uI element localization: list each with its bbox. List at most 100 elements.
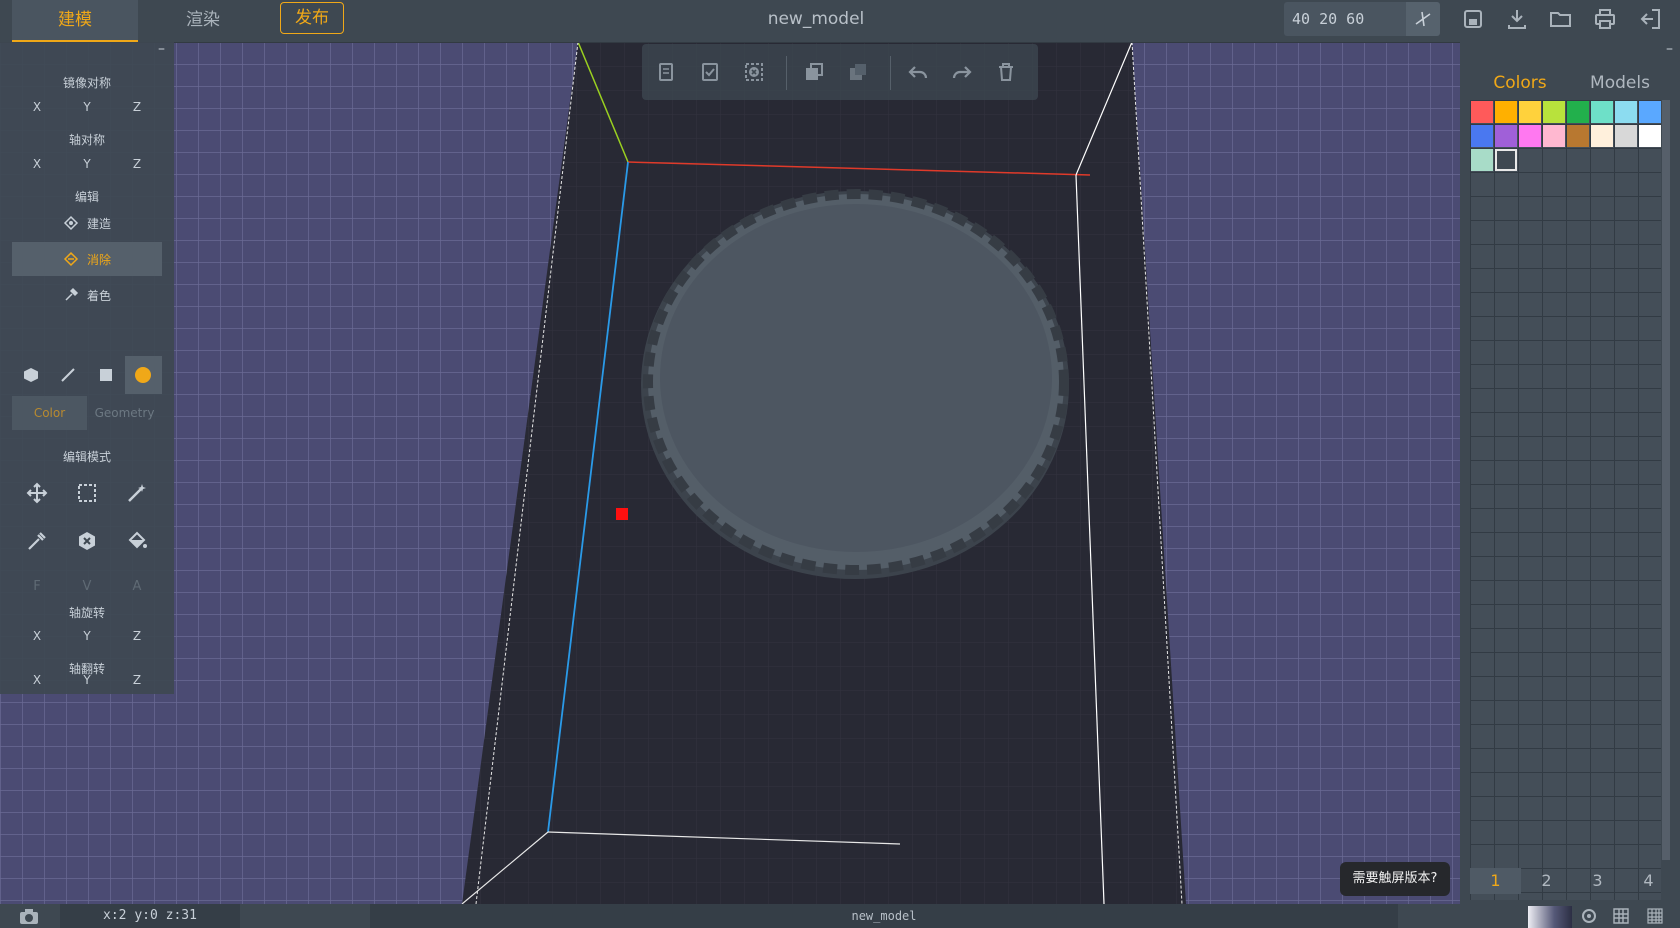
merge-icon[interactable]: [802, 60, 826, 84]
redo-icon[interactable]: [950, 60, 974, 84]
color-swatch[interactable]: [1471, 149, 1493, 171]
right-panel: – Colors Models 1 2 3 4: [1460, 42, 1680, 904]
move-icon: [26, 482, 48, 504]
color-swatch[interactable]: [1591, 125, 1613, 147]
rect-tool[interactable]: [87, 356, 125, 394]
download-icon[interactable]: [1504, 6, 1530, 32]
status-bar: x:2 y:0 z:31 new_model: [0, 904, 1680, 928]
edit-mode-tools-row2: [12, 518, 162, 564]
color-mode-tab[interactable]: Color: [12, 396, 87, 430]
trash-icon[interactable]: [994, 60, 1018, 84]
move-tool[interactable]: [12, 470, 62, 516]
palette-scrollbar[interactable]: [1662, 100, 1670, 860]
tab-colors[interactable]: Colors: [1470, 66, 1570, 100]
mirror-y[interactable]: Y: [62, 95, 112, 119]
axis-sym-y[interactable]: Y: [62, 152, 112, 176]
rotate-x[interactable]: X: [12, 624, 62, 648]
fill-tool[interactable]: [112, 518, 162, 564]
palette-page-1[interactable]: 1: [1470, 868, 1521, 894]
erase-button[interactable]: 消除: [12, 242, 162, 276]
clear-selection-icon[interactable]: [742, 60, 766, 84]
color-swatch[interactable]: [1495, 101, 1517, 123]
flip-x[interactable]: X: [12, 668, 62, 692]
select-tool[interactable]: [62, 470, 112, 516]
left-panel: – 镜像对称 X Y Z 轴对称 X Y Z 编辑 建造 消除 着色 Color…: [0, 42, 174, 694]
resize-button[interactable]: [1406, 2, 1440, 36]
axis-sym-x[interactable]: X: [12, 152, 62, 176]
color-swatch[interactable]: [1543, 101, 1565, 123]
color-swatch[interactable]: [1639, 125, 1661, 147]
palette-page-3[interactable]: 3: [1572, 868, 1623, 894]
magic-wand-tool[interactable]: [112, 470, 162, 516]
paint-button[interactable]: 着色: [12, 278, 162, 312]
target-icon[interactable]: [1580, 907, 1598, 925]
color-swatch[interactable]: [1615, 125, 1637, 147]
cube-icon: [23, 368, 38, 382]
color-swatch[interactable]: [1567, 101, 1589, 123]
color-swatch[interactable]: [1471, 125, 1493, 147]
flip-y[interactable]: Y: [62, 668, 112, 692]
collapse-left-button[interactable]: –: [158, 42, 170, 56]
dimensions-input[interactable]: 40 20 60: [1284, 2, 1406, 36]
circle-tool[interactable]: [124, 356, 162, 394]
voxel-tool[interactable]: [12, 356, 50, 394]
axis-sym-z[interactable]: Z: [112, 152, 162, 176]
color-swatch[interactable]: [1591, 101, 1613, 123]
paste-icon[interactable]: [698, 60, 722, 84]
color-swatch[interactable]: [1615, 101, 1637, 123]
eyedropper-tool[interactable]: [12, 518, 62, 564]
rotate-z[interactable]: Z: [112, 624, 162, 648]
dense-grid-icon[interactable]: [1646, 907, 1664, 925]
color-swatch[interactable]: [1639, 101, 1661, 123]
rotate-title: 轴旋转: [68, 606, 105, 620]
color-swatch[interactable]: [1519, 125, 1541, 147]
build-icon: [63, 215, 79, 231]
rotate-axes: X Y Z: [12, 624, 162, 648]
line-icon: [61, 368, 75, 382]
tab-render[interactable]: 渲染: [140, 0, 266, 42]
vertex-toggle[interactable]: V: [62, 574, 112, 600]
palette-page-2[interactable]: 2: [1521, 868, 1572, 894]
rotate-y[interactable]: Y: [62, 624, 112, 648]
palette-page-4[interactable]: 4: [1623, 868, 1674, 894]
color-swatch[interactable]: [1495, 125, 1517, 147]
color-swatch[interactable]: [1567, 125, 1589, 147]
copy-icon[interactable]: [654, 60, 678, 84]
all-toggle[interactable]: A: [112, 574, 162, 600]
open-folder-icon[interactable]: [1548, 6, 1574, 32]
touch-version-popup[interactable]: 需要触屏版本?: [1340, 862, 1450, 896]
tab-model[interactable]: 建模: [12, 0, 138, 42]
color-swatch[interactable]: [1471, 101, 1493, 123]
mirror-x[interactable]: X: [12, 95, 62, 119]
undo-icon[interactable]: [906, 60, 930, 84]
exit-icon[interactable]: [1638, 6, 1664, 32]
background-gradient-swatch[interactable]: [1528, 906, 1572, 928]
axis-symmetry-axes: X Y Z: [12, 152, 162, 176]
mirror-z[interactable]: Z: [112, 95, 162, 119]
selection-box-icon: [78, 484, 96, 502]
flip-z[interactable]: Z: [112, 668, 162, 692]
edit-title: 编辑: [74, 190, 99, 204]
eyedropper-icon: [28, 532, 46, 550]
print-icon[interactable]: [1592, 6, 1618, 32]
hexagon-icon: [79, 532, 95, 550]
face-toggle[interactable]: F: [12, 574, 62, 600]
line-tool[interactable]: [50, 356, 88, 394]
save-icon[interactable]: [1460, 6, 1486, 32]
hex-tool[interactable]: [62, 518, 112, 564]
tab-models[interactable]: Models: [1570, 66, 1670, 100]
color-swatch[interactable]: [1519, 101, 1541, 123]
paint-bucket-icon: [128, 531, 147, 549]
geometry-mode-tab[interactable]: Geometry: [87, 396, 162, 430]
grid-icon[interactable]: [1612, 907, 1630, 925]
status-model-name: new_model: [370, 904, 1398, 928]
color-swatch[interactable]: [1495, 149, 1517, 171]
subtract-icon[interactable]: [846, 60, 870, 84]
3d-viewport[interactable]: [0, 42, 1680, 904]
publish-button[interactable]: 发布: [280, 2, 344, 34]
build-button[interactable]: 建造: [12, 206, 162, 240]
camera-icon[interactable]: [18, 906, 40, 926]
color-swatch[interactable]: [1543, 125, 1565, 147]
collapse-right-button[interactable]: –: [1666, 42, 1678, 56]
top-bar: 建模 渲染 发布 new_model 40 20 60: [0, 0, 1680, 43]
